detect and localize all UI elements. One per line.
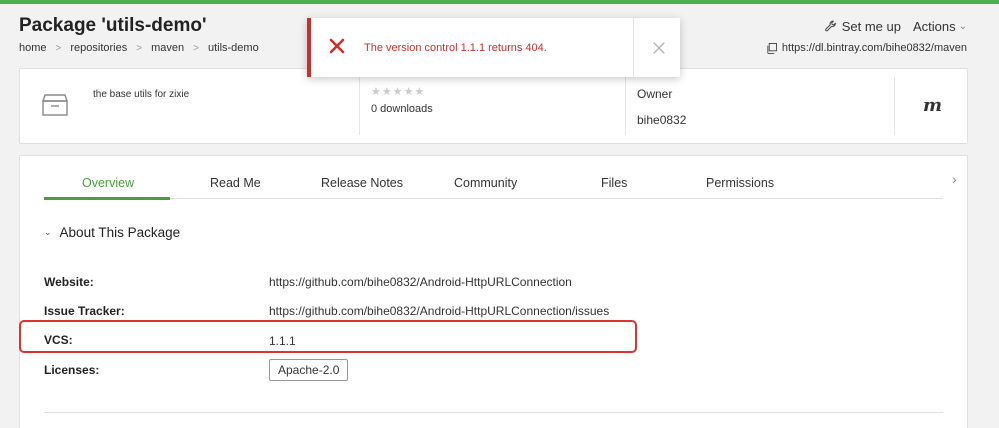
chevron-down-icon: ⌄	[958, 21, 967, 32]
wrench-icon	[824, 20, 836, 32]
website-link[interactable]: https://github.com/bihe0832/Android-Http…	[269, 275, 572, 289]
actions-dropdown[interactable]: Actions ⌄	[913, 19, 967, 34]
breadcrumb-maven[interactable]: maven	[151, 42, 184, 54]
package-details-card: Overview Read Me Release Notes Community…	[19, 155, 968, 428]
breadcrumb-separator-icon: >	[55, 42, 62, 54]
licenses-label: Licenses:	[44, 363, 100, 377]
tab-permissions[interactable]: Permissions	[706, 176, 774, 190]
tab-files[interactable]: Files	[601, 176, 627, 190]
error-toast: The version control 1.1.1 returns 404.	[307, 18, 680, 77]
about-section-toggle[interactable]: ⌄ About This Package	[44, 225, 180, 240]
copy-icon	[767, 42, 777, 54]
package-box-icon	[42, 94, 68, 116]
rating-stars[interactable]: ★★★★★	[371, 85, 425, 98]
breadcrumb-repositories[interactable]: repositories	[70, 42, 127, 54]
owner-label: Owner	[637, 87, 673, 101]
vcs-highlight-box	[19, 320, 637, 353]
error-x-icon	[329, 38, 345, 54]
tab-read-me[interactable]: Read Me	[210, 176, 261, 190]
page-title: Package 'utils-demo'	[19, 15, 207, 36]
issue-tracker-label: Issue Tracker:	[44, 304, 125, 318]
issue-tracker-link[interactable]: https://github.com/bihe0832/Android-Http…	[269, 304, 609, 318]
license-badge[interactable]: Apache-2.0	[269, 359, 349, 381]
tab-release-notes[interactable]: Release Notes	[321, 176, 403, 190]
website-label: Website:	[44, 275, 94, 289]
header-actions: Set me up Actions ⌄	[824, 19, 967, 34]
breadcrumb-separator-icon: >	[136, 42, 143, 54]
breadcrumb-home[interactable]: home	[19, 42, 47, 54]
toast-divider	[633, 18, 634, 77]
tab-community[interactable]: Community	[454, 176, 517, 190]
set-me-up-button[interactable]: Set me up	[824, 19, 901, 34]
chevron-right-icon[interactable]: ›	[952, 171, 957, 187]
set-me-up-label: Set me up	[841, 19, 901, 34]
breadcrumb: home > repositories > maven > utils-demo	[19, 42, 259, 54]
owner-name-link[interactable]: bihe0832	[637, 113, 686, 127]
info-divider	[359, 77, 360, 135]
breadcrumb-separator-icon: >	[193, 42, 199, 54]
maven-repo-icon: m	[923, 95, 943, 116]
section-divider	[44, 412, 943, 413]
download-url-text: https://dl.bintray.com/bihe0832/maven	[781, 42, 967, 54]
about-section-title: About This Package	[59, 225, 181, 240]
close-icon[interactable]	[653, 42, 665, 54]
breadcrumb-current: utils-demo	[207, 42, 259, 54]
chevron-down-icon: ⌄	[44, 227, 52, 237]
actions-label: Actions	[912, 19, 956, 34]
top-accent-bar	[0, 0, 999, 4]
info-divider	[625, 77, 626, 135]
download-url-link[interactable]: https://dl.bintray.com/bihe0832/maven	[766, 42, 967, 54]
tab-bar: Overview Read Me Release Notes Community…	[44, 156, 957, 200]
package-info-card: the base utils for zixie ★★★★★ 0 downloa…	[19, 68, 968, 144]
downloads-count: 0 downloads	[371, 103, 433, 115]
info-divider	[894, 77, 895, 135]
toast-message: The version control 1.1.1 returns 404.	[364, 42, 547, 54]
active-tab-indicator	[44, 197, 170, 200]
package-description: the base utils for zixie	[93, 89, 190, 100]
tab-overview[interactable]: Overview	[82, 176, 134, 190]
